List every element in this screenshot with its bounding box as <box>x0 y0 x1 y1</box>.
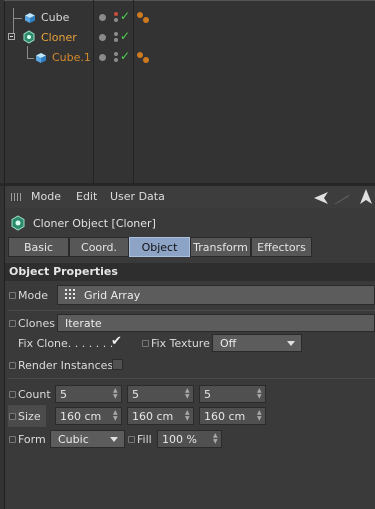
size-label: Size <box>18 410 41 423</box>
size-y-value: 160 cm <box>132 409 174 423</box>
count-y-value: 5 <box>132 387 139 401</box>
phong-tag-icon[interactable] <box>143 17 149 23</box>
spinner-arrows-icon[interactable]: ▲ ▼ <box>257 388 262 400</box>
count-x-value: 5 <box>60 387 67 401</box>
mode-value: Grid Array <box>84 288 141 302</box>
grid-array-icon <box>65 289 75 299</box>
cloner-icon <box>23 30 35 44</box>
count-y-input[interactable]: 5 ▲ ▼ <box>127 385 194 403</box>
editor-visibility-dot[interactable] <box>99 54 106 61</box>
clones-value: Iterate <box>65 316 102 330</box>
cube-icon <box>36 53 46 63</box>
spinner-arrows-icon[interactable]: ▲ ▼ <box>185 388 190 400</box>
count-x-input[interactable]: 5 ▲ ▼ <box>55 385 122 403</box>
mode-label: Mode <box>18 289 48 302</box>
enabled-check-icon[interactable]: ✓ <box>120 49 130 63</box>
section-title: Object Properties <box>9 265 118 278</box>
object-label-cube-1[interactable]: Cube.1 <box>52 51 91 64</box>
editor-visibility-dot[interactable] <box>99 14 106 21</box>
animation-dot[interactable] <box>9 391 16 398</box>
column-separator-tags <box>133 0 134 183</box>
animation-dot[interactable] <box>9 413 16 420</box>
form-label: Form <box>18 433 46 446</box>
mode-dropdown[interactable]: Grid Array <box>57 285 375 305</box>
back-arrow-icon[interactable] <box>314 191 336 205</box>
fix-texture-value: Off <box>220 336 237 350</box>
cube-icon <box>25 13 35 23</box>
menu-user-data[interactable]: User Data <box>110 190 165 203</box>
render-instances-label: Render Instances <box>18 359 114 372</box>
history-arrow-icon[interactable] <box>334 191 352 205</box>
up-arrow-icon[interactable] <box>359 189 373 205</box>
fix-clone-label: Fix Clone. . . . . . . <box>18 337 114 350</box>
fill-label: Fill <box>137 433 152 446</box>
form-dropdown[interactable]: Cubic <box>50 430 125 448</box>
animation-dot[interactable] <box>128 436 135 443</box>
render-instances-checkbox[interactable] <box>112 359 123 370</box>
chevron-down-icon <box>287 341 295 346</box>
size-z-input[interactable]: 160 cm ▲ ▼ <box>199 407 266 425</box>
phong-tag-icon[interactable] <box>137 12 143 18</box>
fill-value: 100 % <box>162 432 197 446</box>
tab-object[interactable]: Object <box>129 237 190 257</box>
tab-transform[interactable]: Transform <box>190 237 251 257</box>
fix-clone-checkbox[interactable]: ✔ <box>111 334 122 349</box>
tab-basic[interactable]: Basic <box>8 237 69 257</box>
spinner-arrows-icon[interactable]: ▲ ▼ <box>213 433 218 445</box>
enabled-check-icon[interactable]: ✓ <box>120 29 130 43</box>
divider <box>8 310 375 311</box>
tab-coord[interactable]: Coord. <box>69 237 129 257</box>
divider <box>8 378 375 379</box>
render-visibility-dot[interactable] <box>114 52 118 56</box>
size-x-value: 160 cm <box>60 409 102 423</box>
size-x-input[interactable]: 160 cm ▲ ▼ <box>55 407 122 425</box>
animation-dot[interactable] <box>9 436 16 443</box>
spinner-arrows-icon[interactable]: ▲ ▼ <box>113 388 118 400</box>
render-visibility-dot[interactable] <box>114 38 118 42</box>
render-visibility-dot[interactable] <box>114 32 118 36</box>
animation-dot[interactable] <box>9 362 16 369</box>
enabled-check-icon[interactable]: ✓ <box>120 9 130 23</box>
animation-dot[interactable] <box>9 292 16 299</box>
spinner-arrows-icon[interactable]: ▲ ▼ <box>257 410 262 422</box>
phong-tag-icon[interactable] <box>137 52 143 58</box>
render-visibility-dot[interactable] <box>114 58 118 62</box>
panel-grip-icon[interactable] <box>11 193 21 201</box>
cloner-icon <box>11 215 25 231</box>
spinner-arrows-icon[interactable]: ▲ ▼ <box>185 410 190 422</box>
object-manager-top-line <box>4 0 375 1</box>
phong-tag-icon[interactable] <box>143 57 149 63</box>
clones-dropdown[interactable]: Iterate <box>57 314 375 332</box>
fill-input[interactable]: 100 % ▲ ▼ <box>157 430 222 448</box>
collapse-toggle-icon[interactable] <box>8 33 15 40</box>
spinner-arrows-icon[interactable]: ▲ ▼ <box>113 410 118 422</box>
animation-dot[interactable] <box>9 320 16 327</box>
menu-edit[interactable]: Edit <box>76 190 97 203</box>
editor-visibility-dot[interactable] <box>99 34 106 41</box>
count-z-input[interactable]: 5 ▲ ▼ <box>199 385 266 403</box>
menu-mode[interactable]: Mode <box>31 190 61 203</box>
column-separator-visibility <box>93 0 94 183</box>
clones-label: Clones <box>18 317 55 330</box>
animation-dot[interactable] <box>142 340 149 347</box>
render-visibility-dot[interactable] <box>114 18 118 22</box>
object-label-cloner[interactable]: Cloner <box>41 31 77 44</box>
render-visibility-dot[interactable] <box>114 12 118 16</box>
size-y-input[interactable]: 160 cm ▲ ▼ <box>127 407 194 425</box>
object-manager-frame <box>4 0 375 183</box>
object-title: Cloner Object [Cloner] <box>33 217 156 230</box>
object-label-cube[interactable]: Cube <box>41 11 69 24</box>
fix-texture-dropdown[interactable]: Off <box>212 334 302 352</box>
fix-texture-label: Fix Texture <box>151 337 210 350</box>
count-z-value: 5 <box>204 387 211 401</box>
tab-effectors[interactable]: Effectors <box>251 237 312 257</box>
count-label: Count <box>18 388 51 401</box>
chevron-down-icon <box>110 437 118 442</box>
form-value: Cubic <box>58 432 89 446</box>
size-z-value: 160 cm <box>204 409 246 423</box>
